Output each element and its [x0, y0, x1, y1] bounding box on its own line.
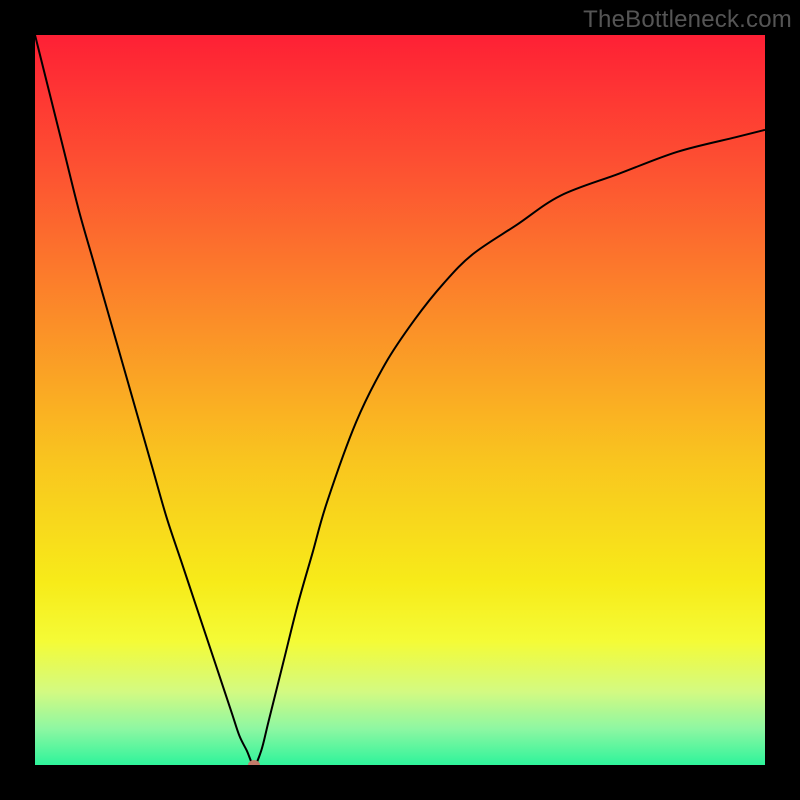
chart-frame: TheBottleneck.com — [0, 0, 800, 800]
chart-svg — [35, 35, 765, 765]
watermark-text: TheBottleneck.com — [583, 6, 792, 34]
gradient-background — [35, 35, 765, 765]
plot-area — [35, 35, 765, 765]
